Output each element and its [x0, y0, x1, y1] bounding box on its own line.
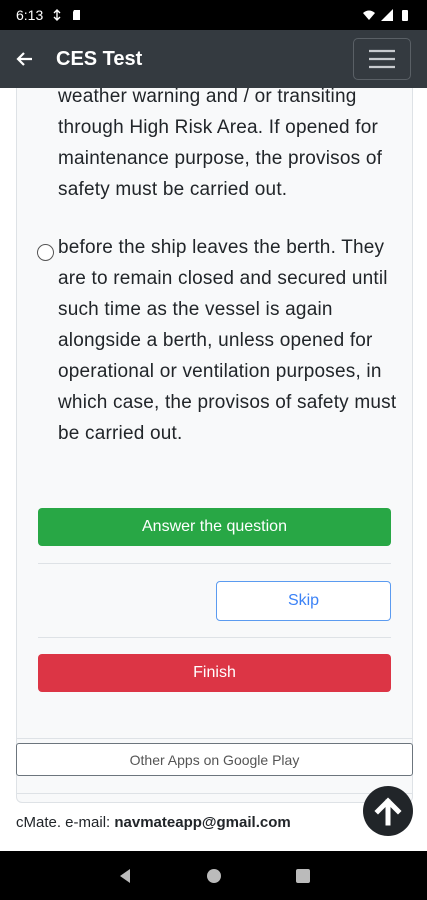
option-b-text[interactable]: before the ship leaves the berth. They a… — [58, 232, 398, 449]
sd-card-icon — [73, 10, 81, 20]
divider — [16, 738, 413, 739]
footer-prefix: cMate. e-mail: — [16, 814, 115, 831]
finish-button[interactable]: Finish — [38, 654, 391, 692]
status-bar: 6:13 — [0, 0, 427, 30]
option-b-radio[interactable] — [37, 244, 54, 261]
divider — [38, 637, 391, 638]
nav-back-icon[interactable] — [117, 868, 133, 884]
footer-email[interactable]: navmateapp@gmail.com — [114, 814, 290, 831]
battery-icon — [402, 10, 408, 21]
sync-icon — [53, 9, 61, 21]
divider — [16, 793, 413, 794]
back-button[interactable] — [0, 30, 50, 88]
nav-recents-icon[interactable] — [295, 868, 311, 884]
answer-button[interactable]: Answer the question — [38, 508, 391, 546]
skip-button[interactable]: Skip — [216, 581, 391, 621]
page-title: CES Test — [56, 47, 143, 70]
app-bar: CES Test — [0, 30, 427, 88]
footer-contact: cMate. e-mail: navmateapp@gmail.com — [16, 814, 291, 831]
navigation-bar — [0, 851, 427, 900]
wifi-icon — [363, 10, 375, 20]
status-time: 6:13 — [16, 7, 44, 23]
main-content: weather warning and / or transiting thro… — [0, 88, 427, 851]
divider — [38, 563, 391, 564]
option-a-text[interactable]: weather warning and / or transiting thro… — [58, 88, 398, 205]
nav-home-icon[interactable] — [206, 868, 222, 884]
arrow-up-icon — [374, 797, 402, 826]
signal-icon — [381, 9, 393, 21]
other-apps-button[interactable]: Other Apps on Google Play — [16, 743, 413, 776]
arrow-left-icon — [16, 52, 32, 66]
hamburger-icon — [369, 49, 395, 69]
scroll-to-top-button[interactable] — [363, 786, 413, 836]
menu-button[interactable] — [353, 38, 411, 80]
